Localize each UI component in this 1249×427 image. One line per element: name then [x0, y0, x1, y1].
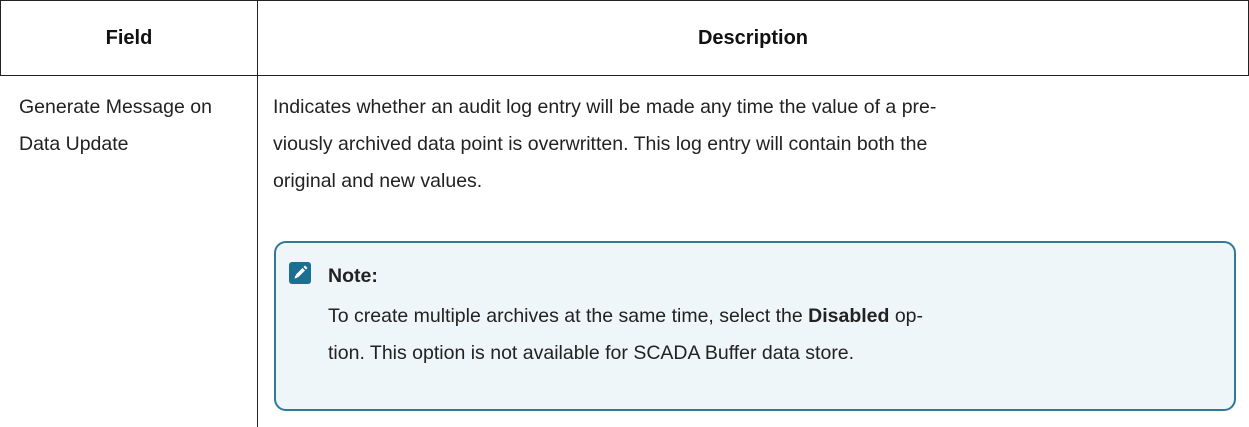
note-callout: Note: To create multiple archives at the…	[274, 241, 1236, 411]
field-name-line-1: Generate Message on	[19, 96, 212, 118]
note-line-1-text: To create multiple archives at the same …	[328, 305, 809, 327]
pencil-icon	[289, 262, 311, 284]
header-description: Description	[697, 26, 809, 49]
description-cell: Indicates whether an audit log entry wil…	[273, 89, 1233, 200]
disabled-option-label: Disabled	[808, 305, 890, 327]
note-body: To create multiple archives at the same …	[328, 298, 1218, 372]
field-cell: Generate Message on Data Update	[19, 89, 249, 163]
field-name-line-2: Data Update	[19, 133, 129, 155]
description-line-1: Indicates whether an audit log entry wil…	[273, 96, 937, 118]
description-line-2: viously archived data point is overwritt…	[273, 133, 928, 155]
note-line-1: To create multiple archives at the same …	[328, 298, 1218, 335]
note-title: Note:	[328, 265, 378, 287]
note-line-1-tail: op-	[889, 305, 924, 327]
description-line-3: original and new values.	[273, 170, 483, 192]
note-line-2: tion. This option is not available for S…	[328, 342, 855, 364]
header-field: Field	[105, 26, 153, 49]
header-bottom-border	[0, 75, 1249, 76]
